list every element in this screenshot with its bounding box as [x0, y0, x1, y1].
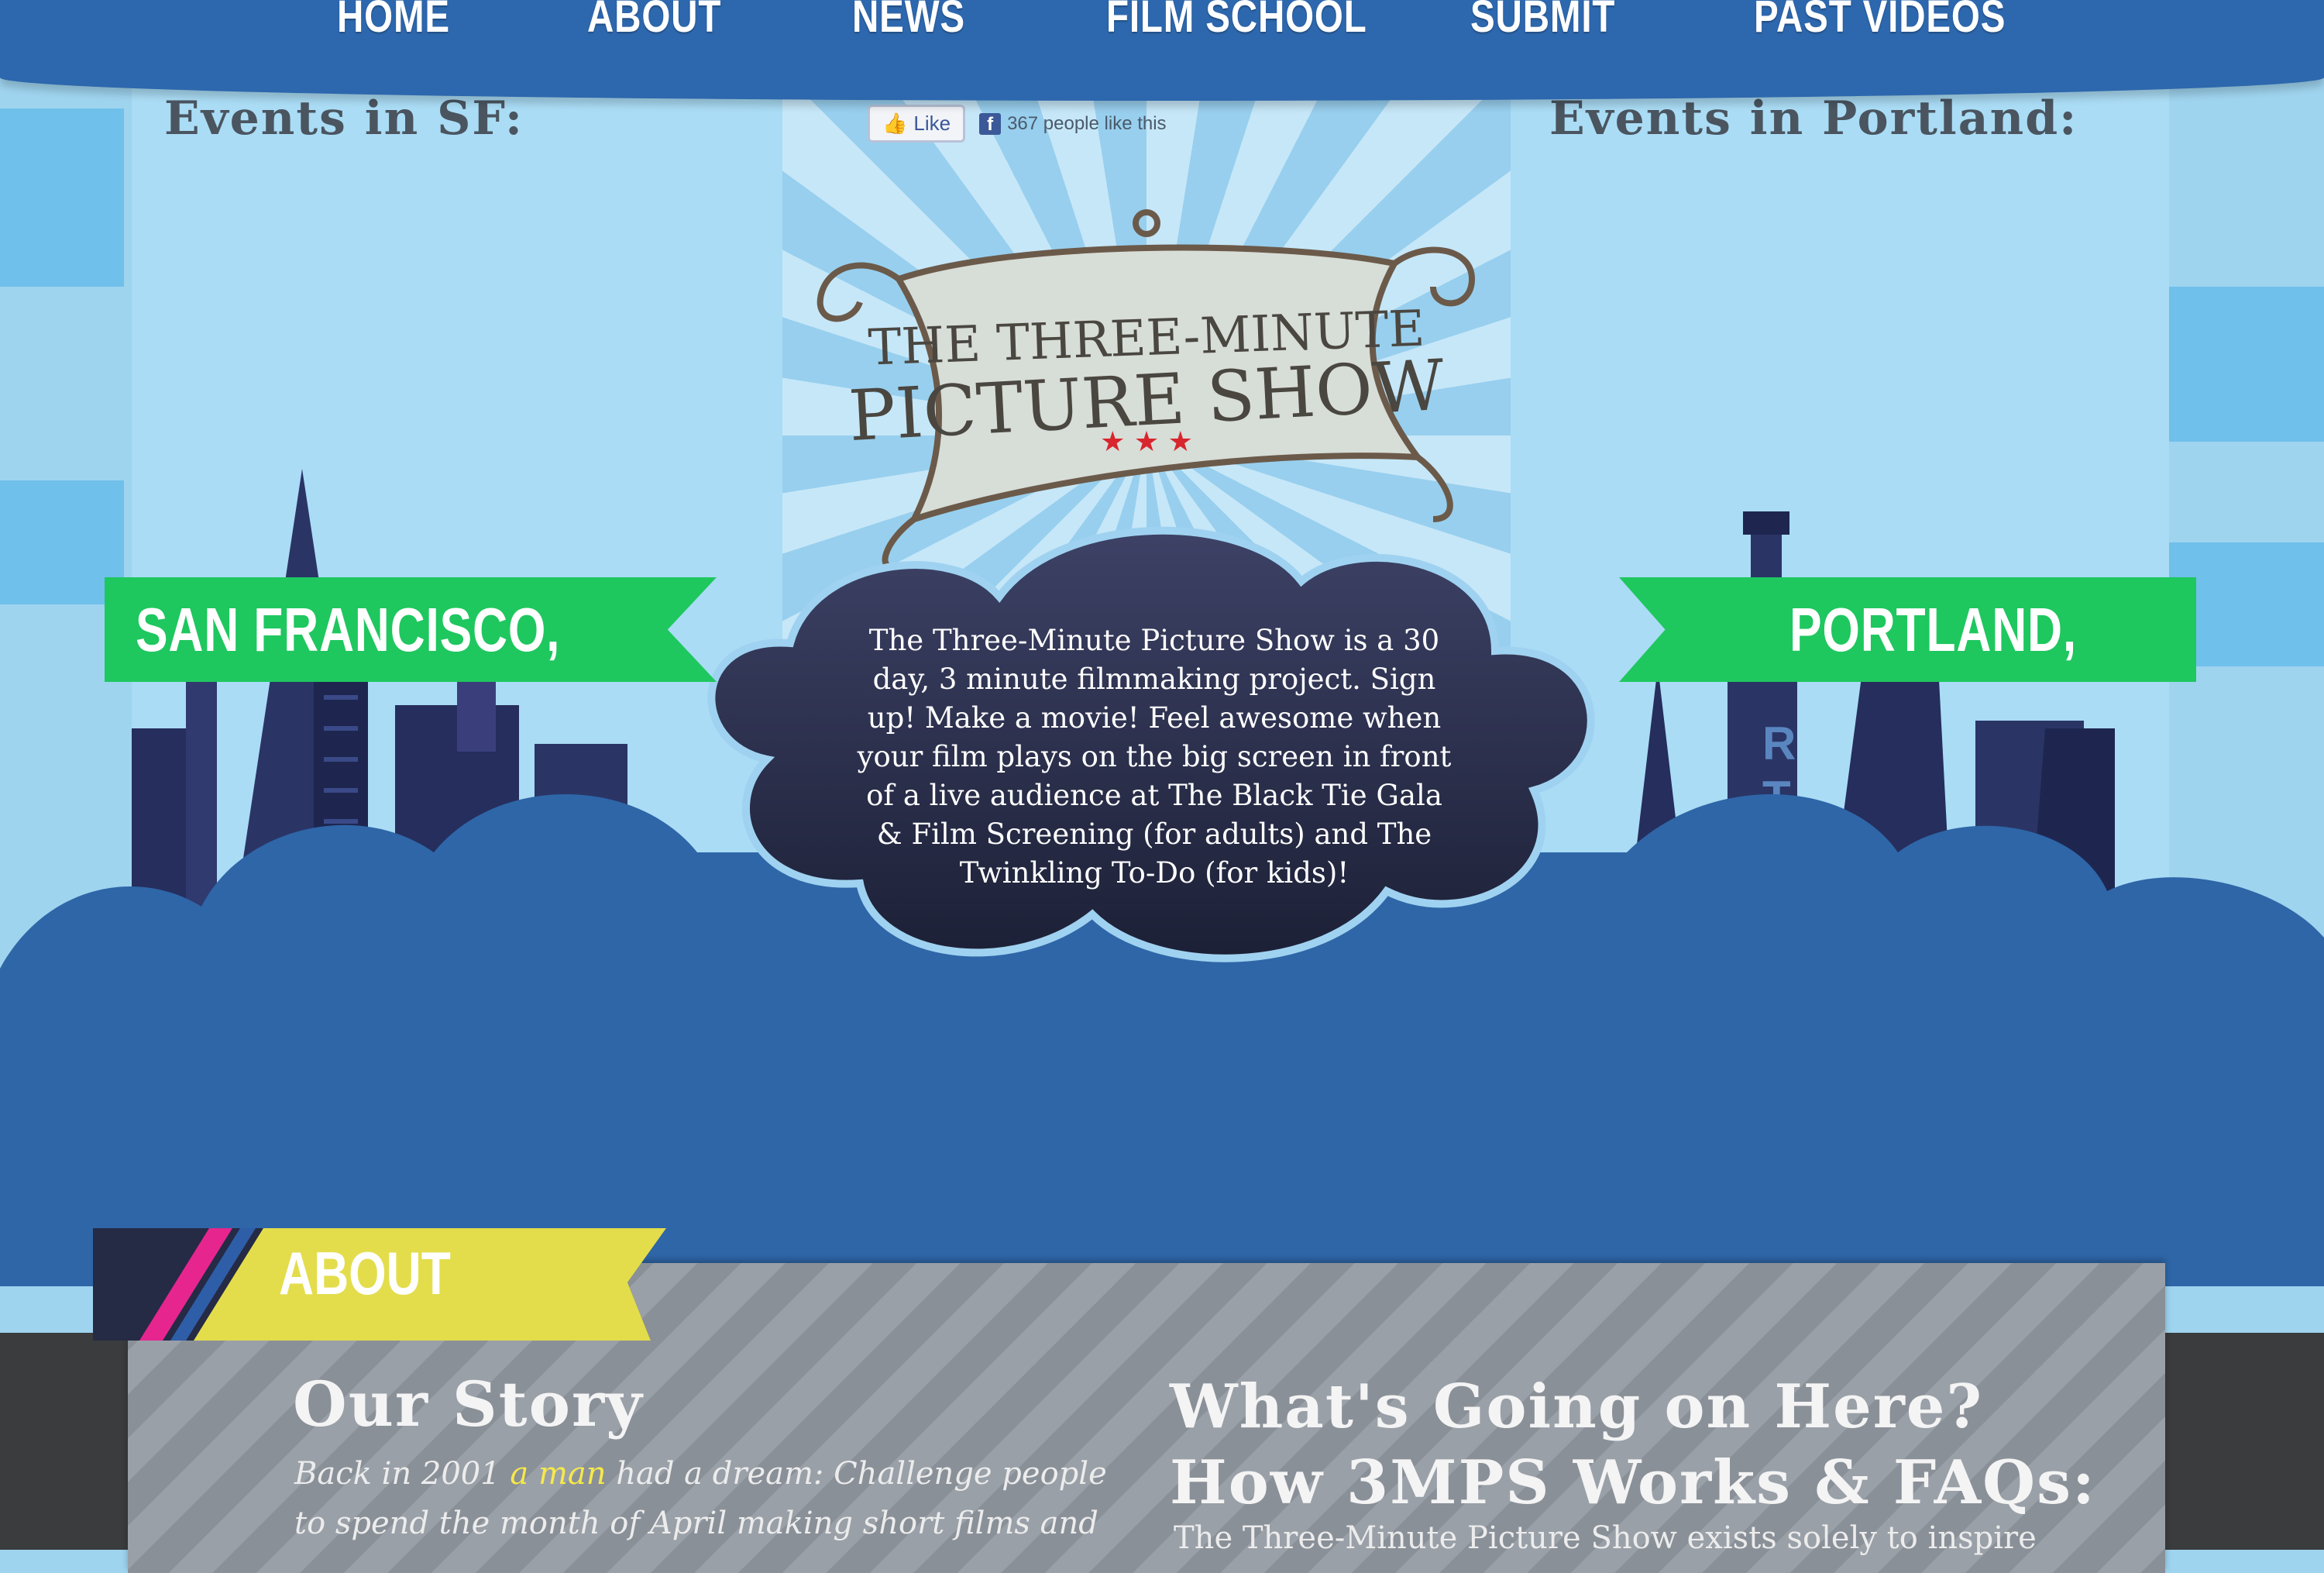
nav-film-school[interactable]: FILM SCHOOL — [1106, 0, 1367, 43]
our-story-text: Back in 2001 a man had a dream: Challeng… — [294, 1449, 1147, 1548]
thumbs-up-icon: 👍 — [882, 112, 908, 135]
faq-heading-line1: What's Going on Here? — [1170, 1372, 1984, 1442]
nav-submit[interactable]: SUBMIT — [1470, 0, 1615, 43]
portland-ribbon[interactable]: PORTLAND, OR — [1619, 577, 2196, 682]
san-francisco-ribbon[interactable]: SAN FRANCISCO, CA — [105, 577, 717, 682]
top-nav: HOME ABOUT NEWS FILM SCHOOL SUBMIT PAST … — [0, 0, 2324, 101]
bg-stripe — [0, 108, 124, 287]
like-count: f 367 people like this — [979, 112, 1167, 135]
nav-news[interactable]: NEWS — [852, 0, 965, 43]
nav-home[interactable]: HOME — [337, 0, 450, 43]
story-text-start: Back in 2001 — [294, 1456, 500, 1492]
facebook-like-widget: 👍 Like f 367 people like this — [868, 105, 1167, 143]
faq-heading-line2: How 3MPS Works & FAQs: — [1170, 1447, 2096, 1518]
sf-events-heading: Events in SF: — [164, 91, 524, 146]
nav-past-videos[interactable]: PAST VIDEOS — [1754, 0, 2006, 43]
like-button-label: Like — [913, 112, 951, 135]
faq-text: The Three-Minute Picture Show exists sol… — [1174, 1520, 2037, 1556]
like-button[interactable]: 👍 Like — [868, 105, 966, 143]
logo-stars: ★ ★ ★ — [1100, 426, 1193, 458]
our-story-heading: Our Story — [293, 1368, 644, 1440]
bg-stripe — [2169, 287, 2324, 442]
story-link[interactable]: a man — [510, 1456, 606, 1492]
nav-about[interactable]: ABOUT — [587, 0, 721, 43]
intro-description: The Three-Minute Picture Show is a 30 da… — [857, 624, 1452, 890]
facebook-icon: f — [979, 112, 1002, 135]
portland-events-heading: Events in Portland: — [1549, 91, 2078, 146]
like-count-text: 367 people like this — [1007, 112, 1167, 134]
about-banner-label: ABOUT — [279, 1239, 451, 1307]
